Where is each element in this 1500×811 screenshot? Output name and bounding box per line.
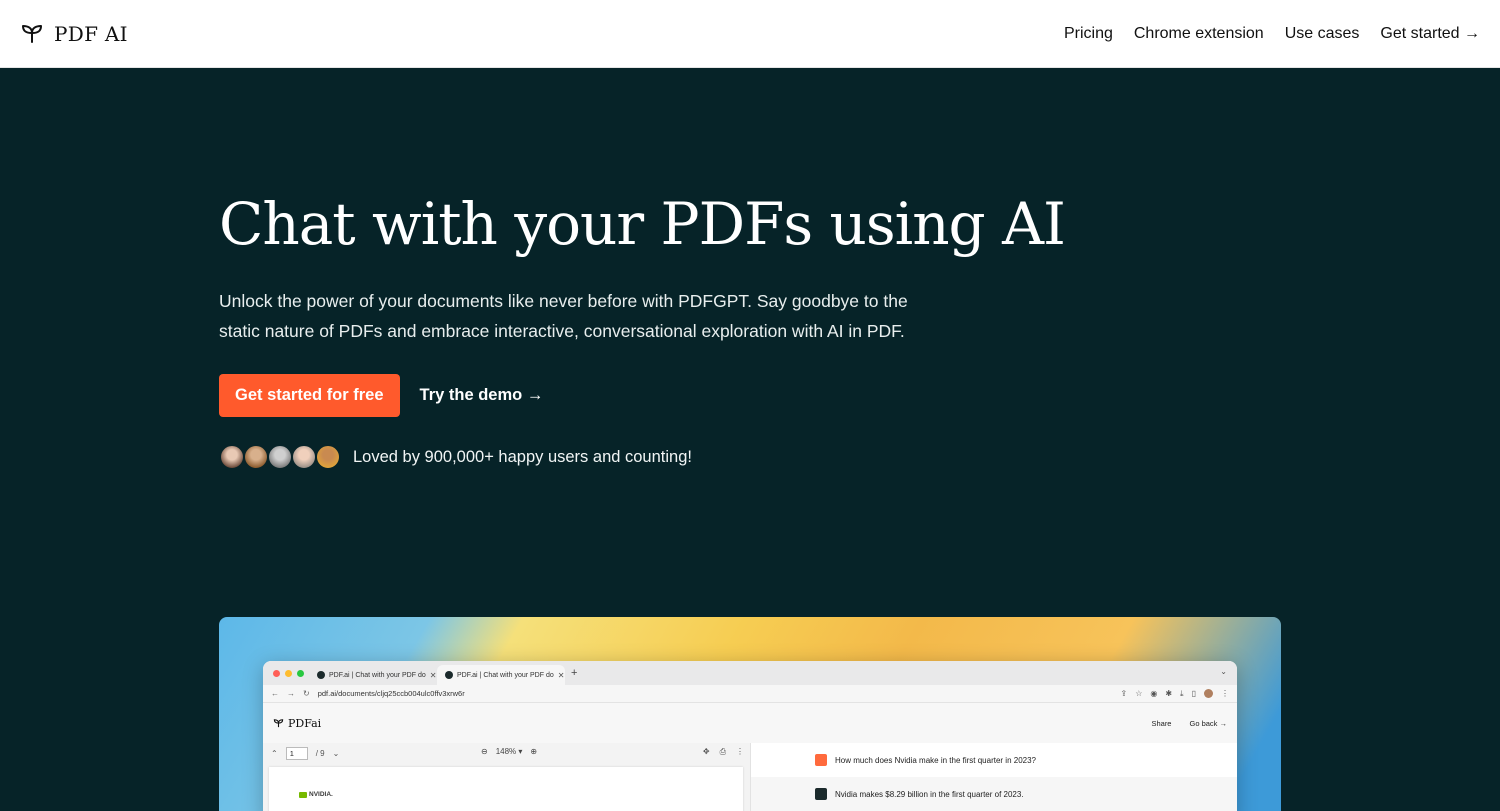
avatar	[315, 444, 341, 470]
minimize-window-dot	[285, 669, 292, 677]
app-brand-name: PDFai	[288, 716, 322, 730]
print-icon: ⎙	[719, 747, 726, 756]
chat-message-user: How much does Nvidia make in the first q…	[751, 743, 1237, 777]
close-icon: ✕	[557, 670, 565, 680]
close-window-dot	[273, 669, 280, 677]
social-proof: Loved by 900,000+ happy users and counti…	[219, 444, 1119, 470]
go-back-link: Go back →	[1189, 718, 1227, 728]
pdf-page: NVIDIA.	[269, 767, 743, 811]
sidebar-icon: ▯	[1191, 689, 1196, 698]
share-link: Share	[1151, 718, 1172, 728]
page-number-input: 1	[285, 746, 308, 760]
nav-link-get-started[interactable]: Get started →	[1380, 25, 1480, 43]
product-showcase: PDF.ai | Chat with your PDF do ✕ PDF.ai …	[219, 617, 1281, 811]
browser-toolbar-icons: ⇪ ☆ ◉ ✱ ⤓ ▯ ⋮	[1120, 689, 1229, 699]
more-icon: ⋮	[736, 747, 744, 756]
tab-title: PDF.ai | Chat with your PDF do	[329, 671, 426, 679]
nvidia-eye-icon	[299, 791, 307, 798]
hero-subtitle: Unlock the power of your documents like …	[219, 291, 908, 341]
app-actions: Share Go back →	[1151, 719, 1227, 728]
browser-urlbar: ← → ↻ pdf.ai/documents/cljq25ccb004ulc0f…	[263, 685, 1237, 703]
nav-link-chrome-extension[interactable]: Chrome extension	[1134, 25, 1264, 43]
maximize-window-dot	[297, 669, 304, 677]
chat-message-ai: Nvidia makes $8.29 billion in the first …	[751, 777, 1237, 811]
forward-icon: →	[287, 689, 295, 698]
chevron-down-icon: ⌄	[332, 748, 340, 758]
nvidia-wordmark: NVIDIA.	[309, 791, 333, 798]
url-text: pdf.ai/documents/cljq25ccb004ulc0ffv3xrw…	[317, 689, 465, 698]
social-proof-text: Loved by 900,000+ happy users and counti…	[353, 447, 692, 466]
move-icon: ✥	[702, 747, 710, 756]
zoom-controls: ⊖ 148% ▾ ⊕	[481, 747, 537, 756]
tab-title: PDF.ai | Chat with your PDF do	[457, 671, 554, 679]
page-total: / 9	[315, 748, 325, 758]
avatar	[267, 444, 293, 470]
user-icon	[815, 754, 827, 766]
brand-logo[interactable]: PDF AI	[20, 22, 128, 46]
brand-name: PDF AI	[54, 21, 128, 46]
cta-row: Get started for free Try the demo →	[219, 374, 1119, 417]
sprout-icon	[273, 718, 284, 727]
app-brand: PDFai	[273, 717, 321, 730]
pdf-tools: ✥ ⎙ ⋮	[703, 747, 744, 757]
nav-link-pricing[interactable]: Pricing	[1064, 25, 1113, 43]
question-text: How much does Nvidia make in the first q…	[835, 755, 1036, 765]
browser-tab-active: PDF.ai | Chat with your PDF do ✕	[437, 665, 565, 685]
app-panes: ⌃ 1 / 9 ⌄ ⊖ 148% ▾ ⊕ ✥ ⎙ ⋮ NVIDIA. How m…	[263, 743, 1237, 811]
bot-icon	[815, 788, 827, 800]
new-tab-icon: +	[571, 667, 578, 679]
favicon-icon	[445, 671, 453, 679]
reload-icon: ↻	[303, 689, 310, 698]
share-icon: ⇪	[1120, 689, 1128, 698]
puzzle-icon: ✱	[1165, 689, 1173, 698]
zoom-out-icon: ⊖	[481, 747, 488, 756]
browser-mockup: PDF.ai | Chat with your PDF do ✕ PDF.ai …	[263, 661, 1237, 811]
close-icon: ✕	[429, 670, 437, 680]
try-demo-link[interactable]: Try the demo →	[420, 386, 544, 405]
browser-tabbar: PDF.ai | Chat with your PDF do ✕ PDF.ai …	[263, 661, 1237, 685]
menu-icon: ⋮	[1221, 689, 1229, 698]
favicon-icon	[317, 671, 325, 679]
browser-tab: PDF.ai | Chat with your PDF do ✕	[309, 665, 437, 685]
answer-text: Nvidia makes $8.29 billion in the first …	[835, 789, 1024, 799]
sprout-icon	[22, 24, 42, 43]
chevron-down-icon: ⌄	[1220, 667, 1227, 676]
app-header: PDFai Share Go back →	[263, 703, 1237, 743]
download-icon: ⤓	[1180, 688, 1184, 698]
back-icon: ←	[271, 689, 279, 698]
avatar	[243, 444, 269, 470]
zoom-in-icon: ⊕	[530, 747, 538, 756]
extension-icon: ◉	[1150, 689, 1158, 698]
chevron-up-icon: ⌃	[271, 748, 278, 758]
nvidia-logo: NVIDIA.	[299, 791, 333, 798]
profile-avatar	[1204, 689, 1213, 698]
hero-section: Chat with your PDFs using AI Unlock the …	[219, 186, 1119, 470]
get-started-free-button[interactable]: Get started for free	[219, 374, 400, 417]
avatar	[219, 444, 245, 470]
nav-link-use-cases[interactable]: Use cases	[1285, 25, 1360, 43]
chat-panel: How much does Nvidia make in the first q…	[751, 743, 1237, 811]
nav-links: Pricing Chrome extension Use cases Get s…	[1064, 25, 1480, 43]
hero-title: Chat with your PDFs using AI	[219, 190, 1066, 258]
user-avatars	[219, 444, 341, 470]
pdf-viewer: ⌃ 1 / 9 ⌄ ⊖ 148% ▾ ⊕ ✥ ⎙ ⋮ NVIDIA.	[263, 743, 751, 811]
zoom-level: 148% ▾	[495, 747, 523, 756]
star-icon: ☆	[1135, 689, 1143, 698]
avatar	[291, 444, 317, 470]
top-nav: PDF AI Pricing Chrome extension Use case…	[0, 0, 1500, 68]
